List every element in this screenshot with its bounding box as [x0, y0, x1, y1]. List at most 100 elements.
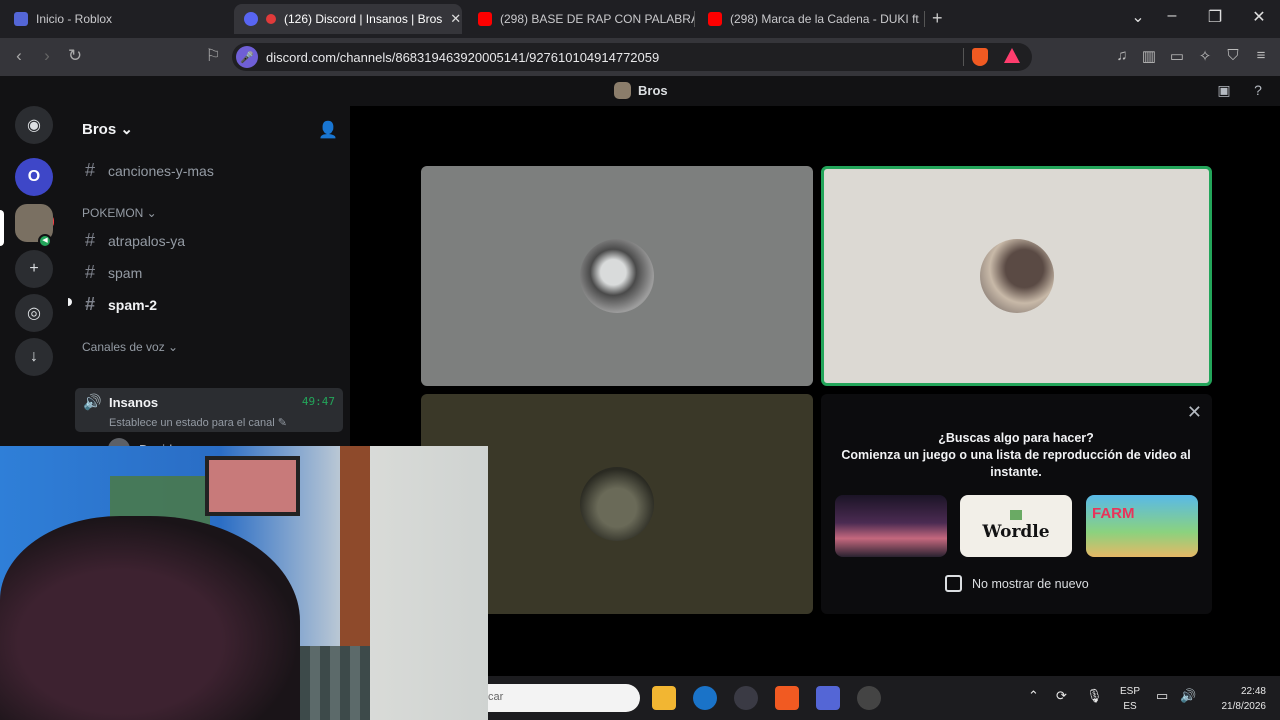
- close-tab-icon[interactable]: ✕: [450, 11, 461, 27]
- tab-youtube-duki[interactable]: (298) Marca de la Cadena - DUKI ft. E: [698, 4, 920, 34]
- youtube-icon: [708, 12, 722, 26]
- tab-title: (298) Marca de la Cadena - DUKI ft. E: [730, 12, 920, 26]
- video-tile[interactable]: [421, 166, 813, 386]
- leo-ai-icon[interactable]: ✧: [1195, 47, 1215, 65]
- roblox-icon[interactable]: [816, 686, 840, 710]
- media-icon[interactable]: ♫: [1112, 47, 1132, 64]
- category-voice[interactable]: Canales de voz ⌄: [82, 340, 178, 354]
- reload-icon[interactable]: ↻: [64, 46, 86, 66]
- discord-home-icon[interactable]: ◉: [15, 106, 53, 144]
- channel-atrapalos[interactable]: # atrapalos-ya: [82, 230, 185, 251]
- activity-body: Comienza un juego o una lista de reprodu…: [841, 448, 1191, 479]
- youtube-icon: [478, 12, 492, 26]
- activity-heading: ¿Buscas algo para hacer?: [938, 431, 1094, 445]
- avatar: [979, 239, 1054, 313]
- url-text[interactable]: discord.com/channels/868319463920005141/…: [266, 50, 659, 65]
- wallet-icon[interactable]: ▭: [1167, 47, 1187, 65]
- webcam-overlay: [0, 446, 488, 720]
- clock-date: 21/8/2026: [1221, 701, 1267, 712]
- category-pokemon[interactable]: POKEMON ⌄: [82, 206, 157, 220]
- channel-label: spam-2: [108, 296, 158, 313]
- back-icon[interactable]: ‹: [8, 46, 30, 66]
- hash-icon: #: [84, 262, 95, 282]
- activity-card-farm[interactable]: FARM: [1086, 495, 1198, 557]
- tab-discord[interactable]: (126) Discord | Insanos | Bros ✕: [234, 4, 462, 34]
- discord-title-bar: Bros ▣ ?: [0, 76, 1280, 106]
- address-bar[interactable]: 🎤 discord.com/channels/86831946392000514…: [232, 43, 1032, 71]
- tab-separator: [694, 11, 695, 27]
- activity-card-wordle[interactable]: Wordle: [960, 495, 1072, 557]
- tab-youtube-rap[interactable]: (298) BASE DE RAP CON PALABRAS 🔥: [468, 4, 694, 34]
- brave-icon[interactable]: [775, 686, 799, 710]
- new-tab-button[interactable]: +: [932, 8, 943, 29]
- forward-icon[interactable]: ›: [36, 46, 58, 66]
- bookmark-icon[interactable]: ⚐: [202, 46, 224, 66]
- sidebar-icon[interactable]: ▥: [1139, 47, 1159, 65]
- browser-tab-strip: Inicio - Roblox (126) Discord | Insanos …: [0, 0, 1280, 38]
- lang-code: ESP: [1120, 686, 1141, 697]
- explore-icon[interactable]: ◎: [15, 294, 53, 332]
- selected-server-pill: [0, 210, 4, 246]
- restore-icon[interactable]: ❐: [1203, 7, 1227, 27]
- outlook-icon[interactable]: [693, 686, 717, 710]
- microphone-permission-icon[interactable]: 🎤: [236, 46, 258, 68]
- hash-icon: #: [84, 230, 95, 250]
- menu-icon[interactable]: ≡: [1251, 47, 1271, 64]
- language-indicator[interactable]: ESP ES: [1120, 684, 1140, 714]
- voice-timer: 49:47: [301, 395, 335, 408]
- server-icon: [614, 82, 631, 99]
- brave-shields-icon[interactable]: [972, 48, 988, 66]
- voice-channel-name: Insanos: [109, 395, 159, 410]
- search-text: car: [488, 691, 504, 703]
- channel-canciones[interactable]: # canciones-y-mas: [82, 160, 214, 181]
- app-icon[interactable]: [857, 686, 881, 710]
- checkbox-box[interactable]: [945, 575, 962, 592]
- clock[interactable]: 22:48 21/8/2026: [1210, 684, 1267, 714]
- channel-spam-2[interactable]: # spam-2: [82, 294, 157, 315]
- avatar: [580, 467, 654, 541]
- url-divider: [963, 48, 964, 66]
- sync-icon[interactable]: ⟳: [1056, 688, 1067, 704]
- volume-icon[interactable]: 🔊: [1180, 688, 1196, 704]
- discord-icon: [244, 12, 258, 26]
- roblox-icon: [14, 12, 28, 26]
- channel-spam[interactable]: # spam: [82, 262, 142, 283]
- brave-rewards-icon[interactable]: [1004, 48, 1020, 63]
- category-label: Canales de voz: [82, 340, 165, 354]
- voice-active-icon: ◀: [38, 234, 52, 248]
- invite-people-icon[interactable]: 👤: [318, 120, 338, 140]
- download-icon[interactable]: ↓: [15, 338, 53, 376]
- tab-title: (298) BASE DE RAP CON PALABRAS 🔥: [500, 12, 694, 26]
- network-icon[interactable]: ▭: [1156, 688, 1168, 704]
- close-window-icon[interactable]: ✕: [1247, 7, 1271, 27]
- channel-status[interactable]: Establece un estado para el canal ✎: [109, 416, 287, 429]
- vpn-icon[interactable]: ⛉: [1223, 47, 1243, 64]
- server-name-text: Bros: [82, 121, 117, 138]
- tab-roblox[interactable]: Inicio - Roblox: [4, 4, 230, 34]
- server-name[interactable]: Bros ⌄: [82, 120, 133, 138]
- tray-chevron-icon[interactable]: ⌃: [1028, 688, 1039, 704]
- voice-channel-insanos[interactable]: 🔊 Insanos 49:47 Establece un estado para…: [75, 388, 343, 432]
- dont-show-again-checkbox[interactable]: No mostrar de nuevo: [945, 575, 1089, 592]
- video-tile-speaking[interactable]: [821, 166, 1212, 386]
- microphone-icon[interactable]: 🎙: [1086, 688, 1103, 704]
- app-icon[interactable]: [734, 686, 758, 710]
- close-icon[interactable]: ✕: [1187, 402, 1202, 423]
- inbox-icon[interactable]: ▣: [1214, 82, 1234, 99]
- activity-card-watch[interactable]: [835, 495, 947, 557]
- server-icon-1[interactable]: O: [15, 158, 53, 196]
- help-icon[interactable]: ?: [1248, 82, 1268, 98]
- farm-title: FARM: [1092, 505, 1135, 522]
- channel-label: canciones-y-mas: [108, 162, 214, 179]
- tab-list-chevron-icon[interactable]: ⌄: [1126, 7, 1150, 27]
- file-explorer-icon[interactable]: [652, 686, 676, 710]
- webcam-background: [205, 456, 300, 516]
- lang-layout: ES: [1123, 701, 1137, 712]
- hash-icon: #: [84, 294, 95, 314]
- minimize-icon[interactable]: –: [1160, 7, 1184, 25]
- add-server-icon[interactable]: +: [15, 250, 53, 288]
- browser-toolbar: ‹ › ↻ ⚐ 🎤 discord.com/channels/868319463…: [0, 38, 1280, 76]
- taskbar-search[interactable]: car: [488, 684, 640, 712]
- unread-indicator: [68, 298, 72, 306]
- checkbox-label: No mostrar de nuevo: [972, 576, 1089, 591]
